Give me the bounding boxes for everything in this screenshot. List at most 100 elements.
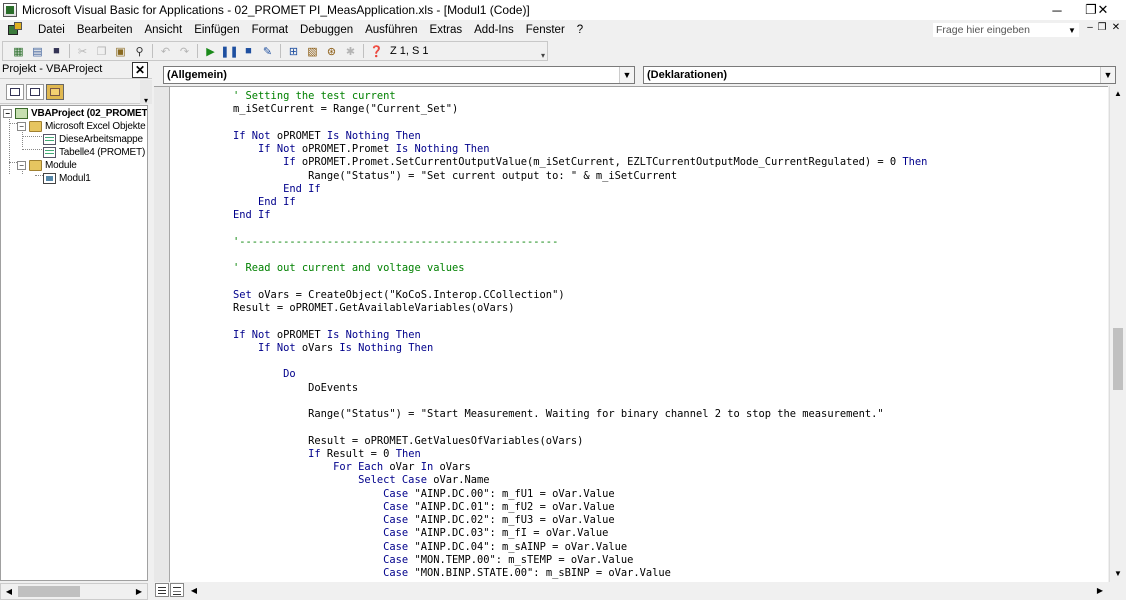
menu-ansicht[interactable]: Ansicht — [138, 20, 188, 40]
insert-module-icon[interactable]: ▤ — [28, 42, 47, 60]
help-dropdown-icon[interactable]: ▼ — [1068, 26, 1076, 35]
view-object-icon[interactable] — [26, 84, 44, 100]
code-line[interactable]: End If — [208, 183, 927, 196]
chevron-down-icon[interactable]: ▼ — [619, 67, 634, 83]
scroll-down-icon[interactable]: ▼ — [1110, 566, 1126, 582]
code-line[interactable] — [208, 355, 927, 368]
code-line[interactable]: If Not oVars Is Nothing Then — [208, 342, 927, 355]
object-browser-icon[interactable]: ⊛ — [322, 42, 341, 60]
menu-debuggen[interactable]: Debuggen — [294, 20, 359, 40]
view-excel-icon[interactable]: ▦ — [9, 42, 28, 60]
code-line[interactable]: End If — [208, 196, 927, 209]
code-line[interactable] — [208, 395, 927, 408]
child-restore-button[interactable]: ❐ — [1095, 22, 1109, 33]
full-module-view-icon[interactable] — [170, 583, 184, 597]
object-combo[interactable]: (Allgemein) ▼ — [163, 66, 635, 84]
help-icon[interactable]: ❓ — [367, 42, 386, 60]
project-explorer-icon[interactable]: ⊞ — [284, 42, 303, 60]
code-line[interactable]: Case "MON.TEMP.00": m_sTEMP = oVar.Value — [208, 554, 927, 567]
code-line[interactable]: Select Case oVar.Name — [208, 474, 927, 487]
toolbar-scroll-icon[interactable]: ▾ — [140, 80, 152, 105]
redo-icon[interactable]: ↷ — [175, 42, 194, 60]
code-line[interactable] — [208, 421, 927, 434]
code-line[interactable]: '---------------------------------------… — [208, 236, 927, 249]
code-line[interactable]: If Result = 0 Then — [208, 448, 927, 461]
project-explorer-close-button[interactable]: ✕ — [132, 62, 148, 78]
child-close-button[interactable]: ✕ — [1109, 22, 1123, 33]
code-line[interactable]: Case "AINP.DC.04": m_sAINP = oVar.Value — [208, 541, 927, 554]
indicator-margin[interactable] — [154, 86, 170, 582]
undo-icon[interactable]: ↶ — [156, 42, 175, 60]
code-line[interactable]: If Not oPROMET Is Nothing Then — [208, 130, 927, 143]
code-line[interactable] — [208, 315, 927, 328]
code-line[interactable]: Range("Status") = "Set current output to… — [208, 170, 927, 183]
code-line[interactable]: Do — [208, 368, 927, 381]
code-line[interactable] — [208, 249, 927, 262]
close-button[interactable]: ✕ — [1080, 0, 1126, 20]
code-line[interactable]: Case "AINP.DC.02": m_fU3 = oVar.Value — [208, 514, 927, 527]
break-icon[interactable]: ❚❚ — [220, 42, 239, 60]
code-line[interactable]: If Not oPROMET Is Nothing Then — [208, 329, 927, 342]
collapse-icon[interactable]: − — [17, 161, 26, 170]
procedure-combo[interactable]: (Deklarationen) ▼ — [643, 66, 1116, 84]
code-line[interactable]: Range("Status") = "Start Measurement. Wa… — [208, 408, 927, 421]
code-line[interactable]: For Each oVar In oVars — [208, 461, 927, 474]
tree-node-sheet[interactable]: Tabelle4 (PROMET) — [43, 146, 145, 159]
copy-icon[interactable]: ❐ — [92, 42, 111, 60]
code-line[interactable] — [208, 223, 927, 236]
code-line[interactable]: Case "AINP.DC.01": m_fU2 = oVar.Value — [208, 501, 927, 514]
tree-node-module1[interactable]: Modul1 — [43, 172, 91, 185]
find-icon[interactable]: ⚲ — [130, 42, 149, 60]
collapse-icon[interactable]: − — [3, 109, 12, 118]
code-line[interactable]: Result = oPROMET.GetAvailableVariables(o… — [208, 302, 927, 315]
code-line[interactable]: If oPROMET.Promet.SetCurrentOutputValue(… — [208, 156, 927, 169]
menu-help[interactable]: ? — [571, 20, 589, 40]
code-line[interactable]: m_iSetCurrent = Range("Current_Set") — [208, 103, 927, 116]
code-line[interactable]: Set oVars = CreateObject("KoCoS.Interop.… — [208, 289, 927, 302]
toolbox-icon[interactable]: ✱ — [341, 42, 360, 60]
tree-node-workbook[interactable]: DieseArbeitsmappe — [43, 133, 143, 146]
help-search-input[interactable]: Frage hier eingeben — [932, 22, 1080, 38]
scroll-thumb[interactable] — [18, 586, 80, 597]
tree-node-modules[interactable]: − Module — [17, 159, 77, 172]
code-line[interactable]: End If — [208, 209, 927, 222]
save-icon[interactable]: ■ — [47, 42, 66, 60]
menu-einfuegen[interactable]: Einfügen — [188, 20, 245, 40]
code-editor[interactable]: ' Setting the test current m_iSetCurrent… — [170, 86, 1108, 582]
code-line[interactable]: ' Read out current and voltage values — [208, 262, 927, 275]
menu-bearbeiten[interactable]: Bearbeiten — [71, 20, 139, 40]
code-line[interactable] — [208, 276, 927, 289]
menu-fenster[interactable]: Fenster — [520, 20, 571, 40]
properties-window-icon[interactable]: ▧ — [303, 42, 322, 60]
chevron-down-icon[interactable]: ▼ — [1100, 67, 1115, 83]
cut-icon[interactable]: ✂ — [73, 42, 92, 60]
design-mode-icon[interactable]: ✎ — [258, 42, 277, 60]
scroll-right-icon[interactable]: ▶ — [131, 584, 147, 599]
code-line[interactable]: ' Setting the test current — [208, 90, 927, 103]
toolbar-options-icon[interactable]: ▾ — [539, 42, 547, 60]
menu-addins[interactable]: Add-Ins — [468, 20, 520, 40]
menu-extras[interactable]: Extras — [424, 20, 469, 40]
scroll-left-icon[interactable]: ◀ — [1, 584, 17, 599]
paste-icon[interactable]: ▣ — [111, 42, 130, 60]
tree-node-project[interactable]: − VBAProject (02_PROMET — [3, 107, 147, 120]
scroll-left-icon[interactable]: ◀ — [186, 583, 202, 598]
code-line[interactable] — [208, 117, 927, 130]
project-horizontal-scrollbar[interactable]: ◀ ▶ — [0, 583, 148, 600]
tree-node-excel-objects[interactable]: − Microsoft Excel Objekte — [17, 120, 146, 133]
code-line[interactable]: DoEvents — [208, 382, 927, 395]
run-icon[interactable]: ▶ — [201, 42, 220, 60]
code-line[interactable]: Case "AINP.DC.03": m_fI = oVar.Value — [208, 527, 927, 540]
code-line[interactable]: Case "AINP.DC.00": m_fU1 = oVar.Value — [208, 488, 927, 501]
code-vertical-scrollbar[interactable]: ▲ ▼ — [1109, 86, 1126, 582]
vba-app-icon[interactable] — [3, 3, 17, 17]
scroll-right-icon[interactable]: ▶ — [1092, 583, 1108, 598]
excel-view-icon[interactable] — [6, 22, 26, 38]
procedure-view-icon[interactable] — [155, 583, 169, 597]
code-line[interactable]: Case "MON.BINP.STATE.00": m_sBINP = oVar… — [208, 567, 927, 580]
collapse-icon[interactable]: − — [17, 122, 26, 131]
menu-ausfuehren[interactable]: Ausführen — [359, 20, 423, 40]
menu-datei[interactable]: Datei — [32, 20, 71, 40]
reset-icon[interactable]: ■ — [239, 42, 258, 60]
menu-format[interactable]: Format — [246, 20, 294, 40]
